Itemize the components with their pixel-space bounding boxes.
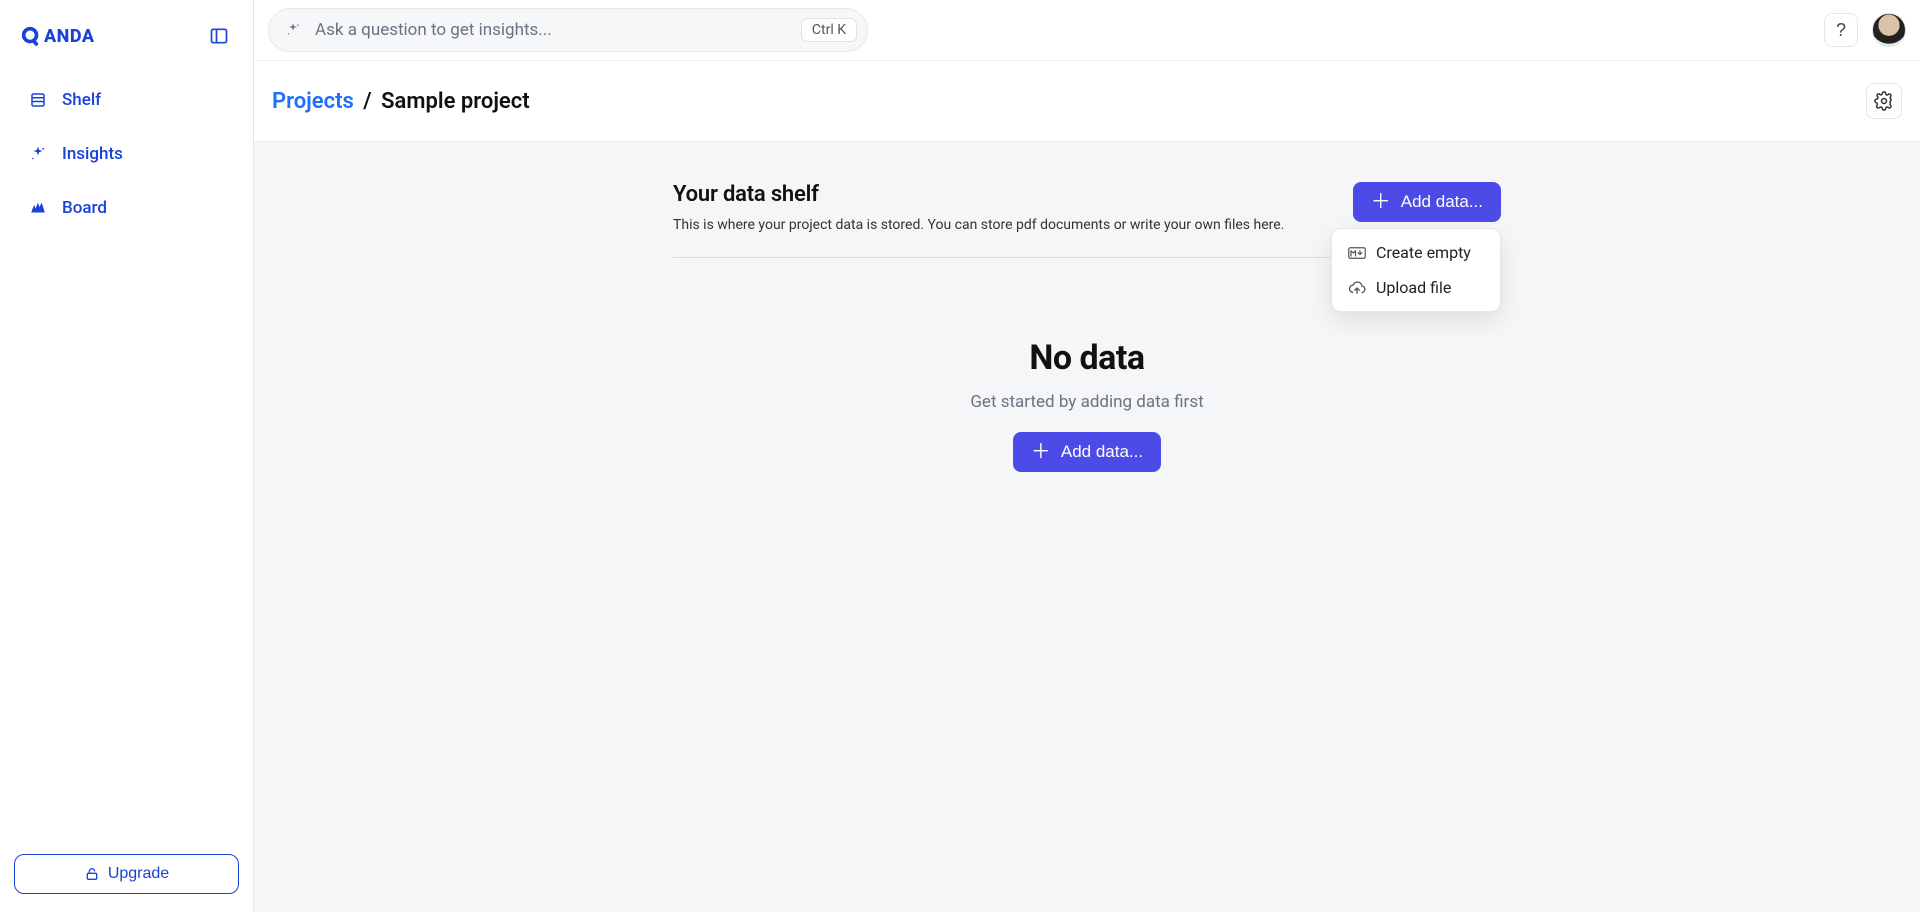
search-placeholder: Ask a question to get insights...	[315, 20, 789, 40]
plus-icon: ＋	[1371, 192, 1391, 212]
sidebar-item-insights[interactable]: Insights	[18, 136, 235, 172]
search-bar[interactable]: Ask a question to get insights... Ctrl K	[268, 8, 868, 52]
empty-subtitle: Get started by adding data first	[970, 392, 1203, 412]
sidebar-item-label: Shelf	[62, 90, 101, 110]
sidebar-item-shelf[interactable]: Shelf	[18, 82, 235, 118]
sidebar-header: ANDA	[14, 18, 239, 74]
main: Ask a question to get insights... Ctrl K…	[254, 0, 1920, 912]
empty-cta-label: Add data...	[1061, 442, 1143, 462]
sidebar-nav: Shelf Insights Board	[14, 74, 239, 234]
project-settings-button[interactable]	[1866, 83, 1902, 119]
avatar[interactable]	[1872, 13, 1906, 47]
breadcrumb: Projects / Sample project	[272, 89, 530, 114]
breadcrumb-current: Sample project	[381, 89, 530, 114]
brand-logo[interactable]: ANDA	[20, 25, 95, 47]
help-icon: ?	[1836, 20, 1846, 41]
upgrade-button[interactable]: Upgrade	[14, 854, 239, 894]
brand-name: ANDA	[44, 26, 95, 47]
help-button[interactable]: ?	[1824, 13, 1858, 47]
add-data-button[interactable]: ＋ Add data...	[1353, 182, 1501, 222]
content-area: Your data shelf This is where your proje…	[254, 142, 1920, 912]
shelf-header: Your data shelf This is where your proje…	[673, 182, 1501, 258]
topbar: Ask a question to get insights... Ctrl K…	[254, 0, 1920, 61]
gear-icon	[1874, 91, 1894, 111]
add-data-label: Add data...	[1401, 192, 1483, 212]
upload-icon	[1348, 279, 1366, 297]
shelf-subtitle: This is where your project data is store…	[673, 217, 1284, 233]
shelf-title: Your data shelf	[673, 182, 1284, 207]
breadcrumb-separator: /	[363, 89, 371, 114]
logo-icon	[20, 25, 42, 47]
shelf-icon	[28, 90, 48, 110]
markdown-icon	[1348, 244, 1366, 262]
sidebar: ANDA Shelf Insights Board	[0, 0, 254, 912]
breadcrumb-root[interactable]: Projects	[272, 89, 354, 114]
dropdown-item-label: Create empty	[1376, 243, 1471, 262]
sidebar-item-label: Board	[62, 198, 107, 218]
add-data-wrapper: ＋ Add data... Create empty	[1353, 182, 1501, 222]
dropdown-create-empty[interactable]: Create empty	[1338, 235, 1494, 270]
sidebar-item-label: Insights	[62, 144, 123, 164]
plus-icon: ＋	[1031, 442, 1051, 462]
empty-title: No data	[1029, 338, 1144, 378]
search-shortcut: Ctrl K	[801, 18, 857, 42]
upgrade-label: Upgrade	[108, 865, 169, 883]
board-icon	[28, 198, 48, 218]
add-data-dropdown: Create empty Upload file	[1331, 228, 1501, 312]
sparkle-icon	[283, 20, 303, 40]
sidebar-collapse-button[interactable]	[205, 22, 233, 50]
lock-icon	[84, 866, 100, 882]
dropdown-upload-file[interactable]: Upload file	[1338, 270, 1494, 305]
sidebar-item-board[interactable]: Board	[18, 190, 235, 226]
empty-add-data-button[interactable]: ＋ Add data...	[1013, 432, 1161, 472]
dropdown-item-label: Upload file	[1376, 278, 1451, 297]
breadcrumb-bar: Projects / Sample project	[254, 61, 1920, 142]
sparkle-icon	[28, 144, 48, 164]
